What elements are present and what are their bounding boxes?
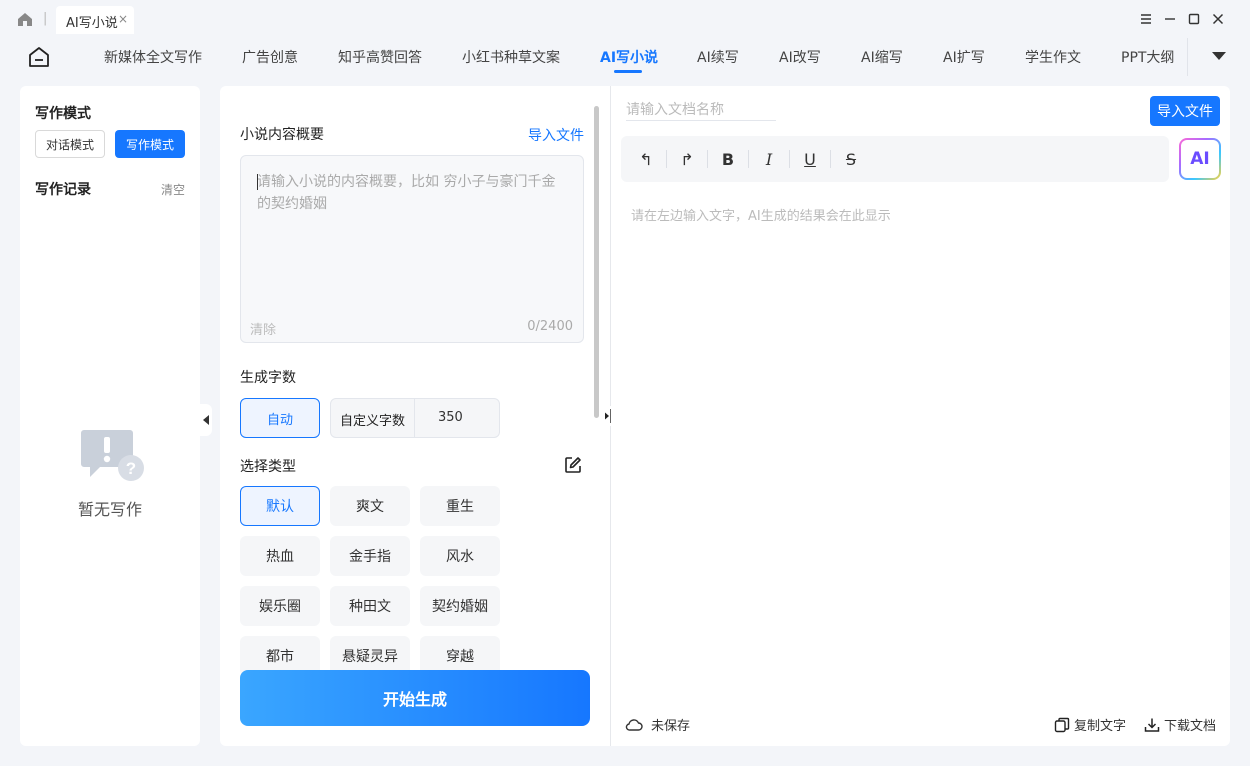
text-caret — [257, 174, 258, 190]
tab-close-icon[interactable]: × — [118, 12, 128, 26]
nav-item-xiaohongshu[interactable]: 小红书种草文案 — [462, 47, 560, 67]
editor-toolbar: ↰ ↱ B I U S — [621, 136, 1169, 182]
maximize-icon[interactable] — [1185, 10, 1203, 28]
nav-item-ai-novel[interactable]: AI写小说 — [600, 47, 658, 67]
ai-label: AI — [1181, 140, 1219, 178]
genre-contract-marriage[interactable]: 契约婚姻 — [420, 586, 500, 626]
genre-farming[interactable]: 种田文 — [330, 586, 410, 626]
chevron-down-icon[interactable] — [1212, 52, 1226, 60]
custom-wordcount-group[interactable]: 自定义字数 350 — [330, 398, 500, 438]
bold-icon[interactable]: B — [716, 147, 740, 171]
nav-item-new-media[interactable]: 新媒体全文写作 — [104, 47, 202, 67]
summary-char-count: 0/2400 — [527, 319, 573, 334]
toolbar-divider — [707, 150, 708, 168]
wordcount-label: 生成字数 — [240, 370, 296, 386]
top-nav: 新媒体全文写作 广告创意 知乎高赞回答 小红书种草文案 AI写小说 AI续写 A… — [0, 38, 1250, 76]
write-mode-button[interactable]: 写作模式 — [115, 130, 185, 158]
mode-title: 写作模式 — [35, 106, 91, 122]
redo-icon[interactable]: ↱ — [675, 147, 699, 171]
download-doc-button[interactable]: 下载文档 — [1144, 715, 1216, 734]
genre-rebirth[interactable]: 重生 — [420, 486, 500, 526]
close-icon[interactable] — [1209, 10, 1227, 28]
input-panel: 小说内容概要 导入文件 请输入小说的内容概要，比如 穷小子与豪门千金的契约婚姻 … — [220, 86, 610, 746]
copy-icon — [1054, 717, 1070, 732]
scrollbar[interactable] — [594, 106, 599, 418]
genre-passion[interactable]: 热血 — [240, 536, 320, 576]
italic-icon[interactable]: I — [757, 147, 781, 171]
active-tab-indicator — [614, 70, 642, 73]
copy-text-button[interactable]: 复制文字 — [1054, 715, 1126, 734]
summary-textarea[interactable]: 请输入小说的内容概要，比如 穷小子与豪门千金的契约婚姻 清除 0/2400 — [240, 155, 584, 343]
nav-item-ad-creative[interactable]: 广告创意 — [242, 47, 298, 67]
download-doc-label: 下载文档 — [1164, 719, 1217, 734]
record-title: 写作记录 — [35, 182, 91, 198]
genre-entertainment[interactable]: 娱乐圈 — [240, 586, 320, 626]
collapse-left-icon[interactable] — [200, 404, 212, 436]
custom-wordcount-input[interactable]: 350 — [438, 410, 463, 425]
nav-item-student-essay[interactable]: 学生作文 — [1025, 47, 1081, 67]
empty-state-text: 暂无写作 — [77, 500, 142, 519]
cloud-icon — [625, 718, 643, 731]
edit-icon[interactable] — [564, 456, 582, 474]
editor-placeholder[interactable]: 请在左边输入文字，AI生成的结果会在此显示 — [631, 205, 891, 224]
save-status: 未保存 — [625, 715, 690, 734]
nav-item-ai-rewrite[interactable]: AI改写 — [779, 47, 821, 67]
home-icon[interactable] — [17, 12, 33, 27]
chat-mode-button[interactable]: 对话模式 — [35, 130, 105, 158]
menu-icon[interactable] — [1137, 10, 1155, 28]
toolbar-divider — [748, 150, 749, 168]
auto-wordcount-button[interactable]: 自动 — [240, 398, 320, 438]
title-bar: | AI写小说 × — [0, 0, 1250, 38]
undo-icon[interactable]: ↰ — [634, 147, 658, 171]
minimize-icon[interactable] — [1161, 10, 1179, 28]
copy-text-label: 复制文字 — [1074, 719, 1127, 734]
tab-ai-novel[interactable]: AI写小说 × — [56, 6, 134, 34]
toolbar-divider — [830, 150, 831, 168]
clear-records-button[interactable]: 清空 — [161, 181, 185, 198]
nav-divider — [1187, 38, 1188, 76]
import-file-button[interactable]: 导入文件 — [1150, 96, 1220, 126]
summary-placeholder: 请输入小说的内容概要，比如 穷小子与豪门千金的契约婚姻 — [257, 174, 556, 212]
toolbar-divider — [789, 150, 790, 168]
save-status-text: 未保存 — [651, 719, 691, 734]
nav-item-ai-expand[interactable]: AI扩写 — [943, 47, 985, 67]
summary-clear-button[interactable]: 清除 — [250, 319, 276, 338]
custom-wordcount-label: 自定义字数 — [340, 414, 406, 429]
custom-divider — [414, 399, 415, 437]
doc-name-input[interactable] — [626, 99, 776, 121]
nav-item-zhihu[interactable]: 知乎高赞回答 — [338, 47, 422, 67]
nav-item-ppt-outline[interactable]: PPT大纲 — [1121, 47, 1174, 67]
genre-fengshui[interactable]: 风水 — [420, 536, 500, 576]
home-icon[interactable] — [27, 45, 51, 69]
import-file-link[interactable]: 导入文件 — [528, 125, 584, 145]
download-icon — [1144, 718, 1160, 732]
underline-icon[interactable]: U — [798, 147, 822, 171]
start-generate-button[interactable]: 开始生成 — [240, 670, 590, 726]
nav-item-ai-continue[interactable]: AI续写 — [697, 47, 739, 67]
genre-golden-finger[interactable]: 金手指 — [330, 536, 410, 576]
svg-text:?: ? — [126, 459, 136, 478]
output-panel: 导入文件 ↰ ↱ B I U S AI 请在左边输入文字，AI生成的结果会在此显… — [611, 86, 1230, 746]
strikethrough-icon[interactable]: S — [839, 147, 863, 171]
empty-state-icon: ? — [81, 430, 144, 481]
type-label: 选择类型 — [240, 459, 296, 475]
genre-shuangwen[interactable]: 爽文 — [330, 486, 410, 526]
toolbar-divider — [666, 150, 667, 168]
summary-label: 小说内容概要 — [240, 127, 324, 143]
tab-label: AI写小说 — [66, 16, 118, 31]
ai-assistant-button[interactable]: AI — [1179, 138, 1221, 180]
nav-item-ai-shorten[interactable]: AI缩写 — [861, 47, 903, 67]
genre-default[interactable]: 默认 — [240, 486, 320, 526]
left-panel: 写作模式 对话模式 写作模式 写作记录 清空 ? 暂无写作 — [20, 86, 200, 746]
title-separator: | — [43, 11, 48, 26]
